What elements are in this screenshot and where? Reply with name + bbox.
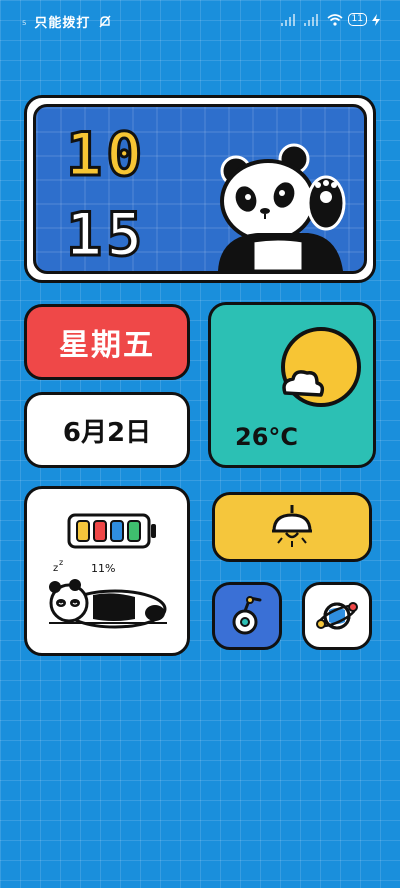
battery-icon [67, 513, 156, 549]
lamp-icon [272, 505, 312, 547]
signal-icon-2 [303, 13, 318, 26]
svg-text:z: z [59, 558, 63, 567]
clock-hour: 10 [64, 120, 147, 190]
planet-icon [316, 602, 358, 630]
carrier-label: 只能拨打 [34, 16, 91, 31]
date-widget[interactable]: 6月2日 [24, 392, 190, 468]
weekday-widget[interactable]: 星期五 [24, 304, 190, 380]
clock-minute: 15 [64, 200, 147, 270]
charging-icon [372, 13, 380, 26]
date-label: 6月2日 [62, 417, 152, 448]
battery-level: 11 [347, 13, 367, 26]
sun-cloud-icon [281, 327, 361, 407]
temperature-label: 26°C [235, 423, 299, 451]
signal-icon [280, 13, 295, 26]
clock-widget[interactable]: 10 15 [24, 95, 376, 283]
lamp-widget[interactable] [212, 492, 372, 562]
sleeping-panda-icon: z z [49, 558, 167, 629]
weather-widget[interactable]: 26°C [208, 302, 376, 468]
wifi-icon [327, 13, 343, 26]
svg-text:z: z [53, 563, 58, 574]
weekday-label: 星期五 [59, 328, 155, 363]
planet-app-icon[interactable] [302, 582, 372, 650]
waving-panda-icon [218, 143, 346, 271]
battery-widget[interactable]: 11% z z [24, 486, 190, 656]
mute-bell-icon [99, 15, 111, 27]
unicycle-icon [232, 596, 262, 635]
sim-indicator: ₅ [22, 15, 27, 28]
status-bar: ₅ 只能拨打 11 [0, 0, 400, 40]
music-app-icon[interactable] [212, 582, 282, 650]
